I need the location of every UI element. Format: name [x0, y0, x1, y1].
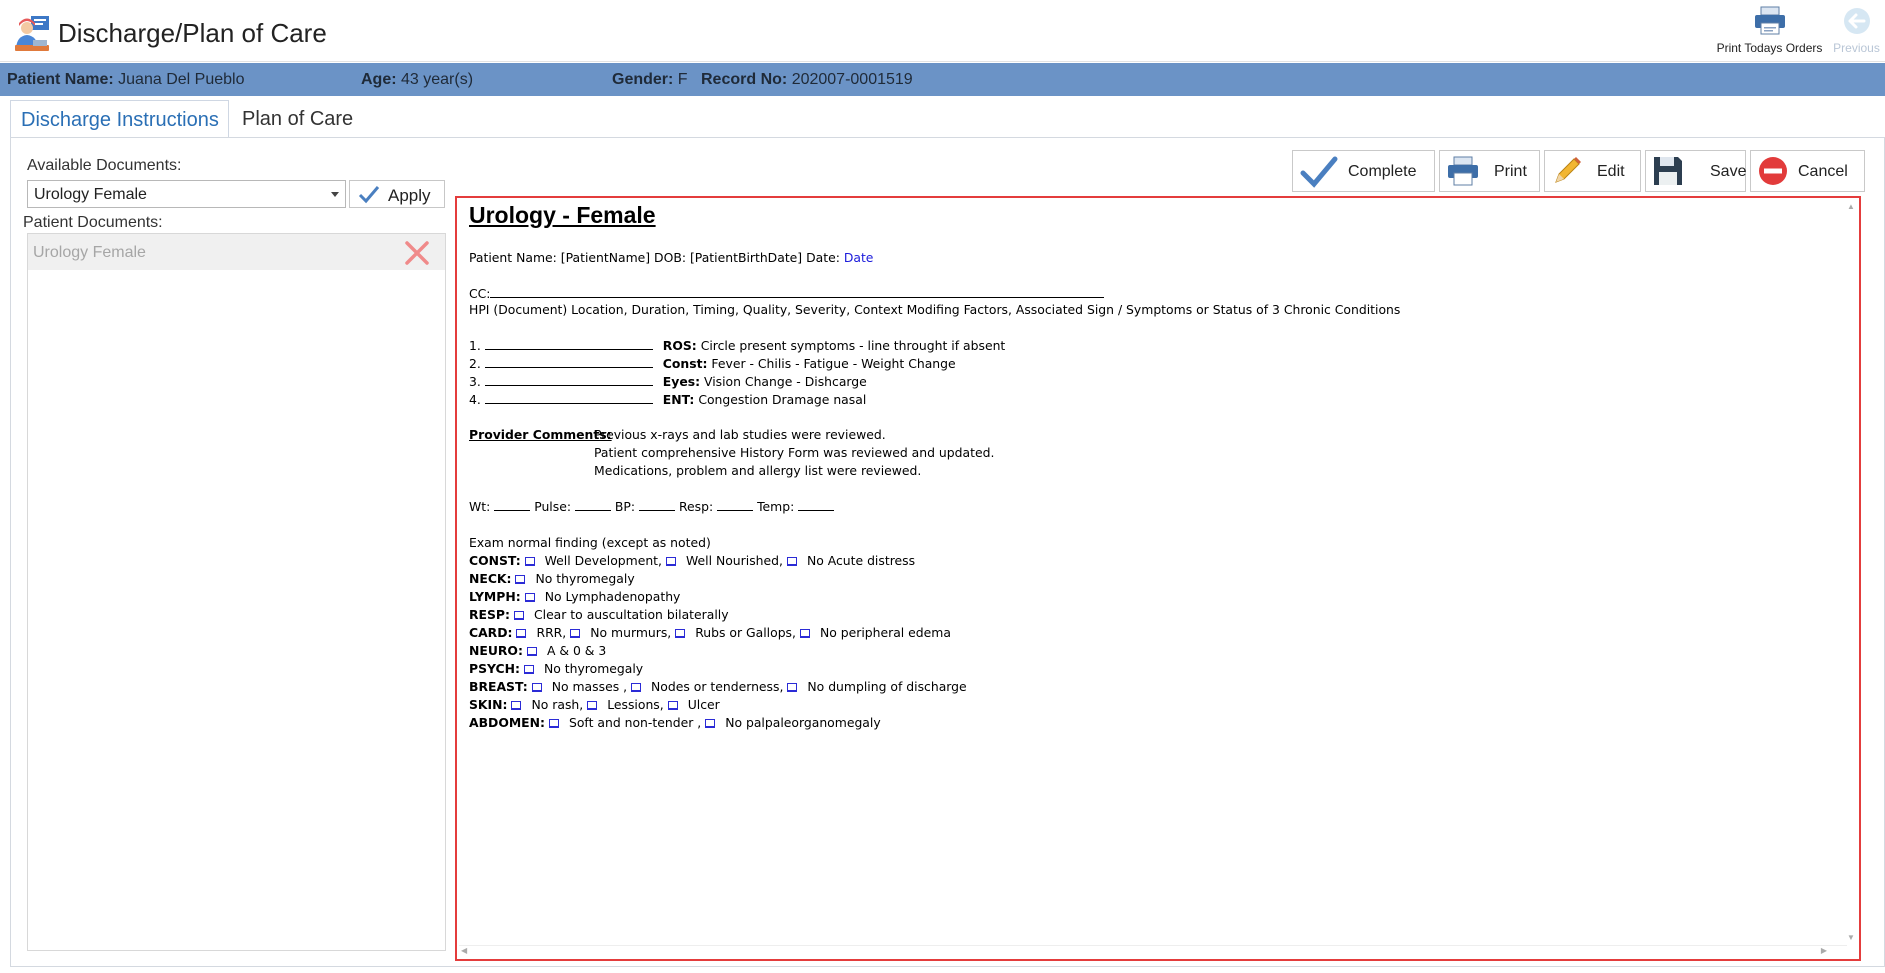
checkbox-icon[interactable] [665, 557, 676, 566]
printer-icon [1448, 156, 1478, 186]
date-field: Date [843, 250, 874, 265]
horizontal-scrollbar[interactable]: ◀ ▶ [459, 945, 1847, 957]
floppy-disk-icon [1654, 157, 1682, 185]
checkbox-icon[interactable] [548, 719, 559, 728]
no-entry-icon [1759, 157, 1787, 185]
chevron-down-icon [331, 192, 339, 197]
checkbox-icon[interactable] [531, 683, 542, 692]
checkbox-icon[interactable] [523, 665, 534, 674]
vitals-line: Wt: Pulse: BP: Resp: Temp: [469, 498, 835, 516]
patient-name: Patient Name: Juana Del Pueblo [7, 71, 245, 88]
hpi-line: HPI (Document) Location, Duration, Timin… [469, 302, 1401, 317]
complete-label: Complete [1348, 163, 1417, 180]
ros-line: 3. Eyes: Vision Change - Dishcarge [469, 374, 867, 389]
checkbox-icon[interactable] [516, 629, 527, 638]
exam-row-neck: NECK: No thyromegaly [469, 571, 635, 586]
checkbox-icon[interactable] [570, 629, 581, 638]
save-button[interactable]: Save [1645, 150, 1746, 192]
provider-comment-line: Medications, problem and allergy list we… [594, 463, 922, 478]
document-editor[interactable]: Urology - Female Patient Name: [PatientN… [455, 196, 1861, 961]
document-title: Urology - Female [469, 202, 656, 228]
apply-button[interactable]: Apply [349, 180, 445, 208]
back-arrow-icon [1843, 8, 1870, 34]
tab-plan-of-care[interactable]: Plan of Care [232, 100, 363, 138]
ros-line: 2. Const: Fever - Chilis - Fatigue - Wei… [469, 356, 956, 371]
printer-icon [1754, 6, 1785, 35]
available-documents-label: Available Documents: [27, 157, 182, 174]
patient-documents-label: Patient Documents: [23, 214, 163, 231]
checkbox-icon[interactable] [799, 629, 810, 638]
pencil-icon [1555, 157, 1581, 183]
patient-age: Age: 43 year(s) [361, 71, 474, 88]
record-number: Record No: 202007-0001519 [701, 71, 913, 88]
provider-comment-line: Patient comprehensive History Form was r… [594, 445, 995, 460]
scroll-right-icon[interactable]: ▶ [1821, 946, 1827, 955]
available-documents-select[interactable]: Urology Female [27, 180, 346, 208]
print-todays-orders-button[interactable]: Print Todays Orders [1712, 6, 1827, 55]
checkmark-icon [358, 186, 380, 204]
checkbox-icon[interactable] [515, 575, 526, 584]
exam-row-const: CONST: Well Development, Well Nourished, No… [469, 553, 916, 568]
page-title: Discharge/Plan of Care [58, 18, 327, 48]
complete-button[interactable]: Complete [1292, 150, 1435, 192]
checkbox-icon[interactable] [524, 593, 535, 602]
provider-comment-line: Previous x-rays and lab studies were rev… [594, 427, 886, 442]
cancel-label: Cancel [1798, 163, 1848, 180]
provider-comments-label: Provider Comments: [469, 427, 612, 442]
delete-icon[interactable] [404, 240, 430, 266]
exam-row-breast: BREAST: No masses , Nodes or tenderness, No… [469, 679, 967, 694]
title-bar: Discharge/Plan of Care Print Todays Orde… [0, 0, 1885, 62]
checkbox-icon[interactable] [513, 611, 524, 620]
checkbox-icon[interactable] [787, 683, 798, 692]
print-label: Print [1494, 163, 1527, 180]
selected-document-value: Urology Female [34, 186, 147, 203]
checkbox-icon[interactable] [524, 557, 535, 566]
checkbox-icon[interactable] [786, 557, 797, 566]
exam-heading: Exam normal finding (except as noted) [469, 535, 711, 550]
edit-button[interactable]: Edit [1544, 150, 1641, 192]
checkbox-icon[interactable] [526, 647, 537, 656]
patient-gender: Gender: F [612, 71, 688, 88]
patient-documents-list: Urology Female [27, 233, 446, 951]
checkbox-icon[interactable] [587, 701, 598, 710]
previous-button[interactable]: Previous [1828, 6, 1885, 55]
document-content[interactable]: Urology - Female Patient Name: [PatientN… [459, 200, 1847, 944]
apply-label: Apply [388, 186, 431, 205]
scroll-left-icon[interactable]: ◀ [461, 946, 467, 955]
doctor-icon [15, 16, 49, 51]
patient-info-bar: Patient Name: Juana Del Pueblo Age: 43 y… [0, 63, 1885, 96]
edit-label: Edit [1597, 163, 1625, 180]
checkbox-icon[interactable] [631, 683, 642, 692]
exam-row-card: CARD: RRR, No murmurs, Rubs or Gallops, No p… [469, 625, 951, 640]
document-header-line: Patient Name: [PatientName] DOB: [Patien… [469, 250, 874, 265]
print-todays-orders-label: Print Todays Orders [1716, 41, 1823, 55]
scroll-down-icon[interactable]: ▼ [1847, 933, 1855, 942]
checkbox-icon[interactable] [511, 701, 522, 710]
checkbox-icon[interactable] [705, 719, 716, 728]
print-button[interactable]: Print [1439, 150, 1540, 192]
exam-row-skin: SKIN: No rash, Lessions, Ulcer [469, 697, 720, 712]
exam-row-abdomen: ABDOMEN: Soft and non-tender , No palpaleo… [469, 715, 881, 730]
vertical-scrollbar[interactable]: ▲ ▼ [1845, 200, 1857, 944]
checkbox-icon[interactable] [675, 629, 686, 638]
previous-label: Previous [1833, 41, 1880, 55]
cancel-button[interactable]: Cancel [1750, 150, 1865, 192]
exam-row-resp: RESP: Clear to auscultation bilaterally [469, 607, 729, 622]
ros-line: 4. ENT: Congestion Dramage nasal [469, 392, 867, 407]
save-label: Save [1710, 163, 1747, 180]
checkmark-icon [1300, 156, 1338, 188]
exam-row-psych: PSYCH: No thyromegaly [469, 661, 644, 676]
scroll-up-icon[interactable]: ▲ [1847, 202, 1855, 211]
tab-discharge-instructions[interactable]: Discharge Instructions [10, 100, 229, 138]
list-item[interactable]: Urology Female [28, 234, 445, 270]
checkbox-icon[interactable] [667, 701, 678, 710]
ros-line: 1. ROS: Circle present symptoms - line t… [469, 338, 1006, 353]
exam-row-neuro: NEURO: A & 0 & 3 [469, 643, 607, 658]
exam-row-lymph: LYMPH: No Lymphadenopathy [469, 589, 681, 604]
